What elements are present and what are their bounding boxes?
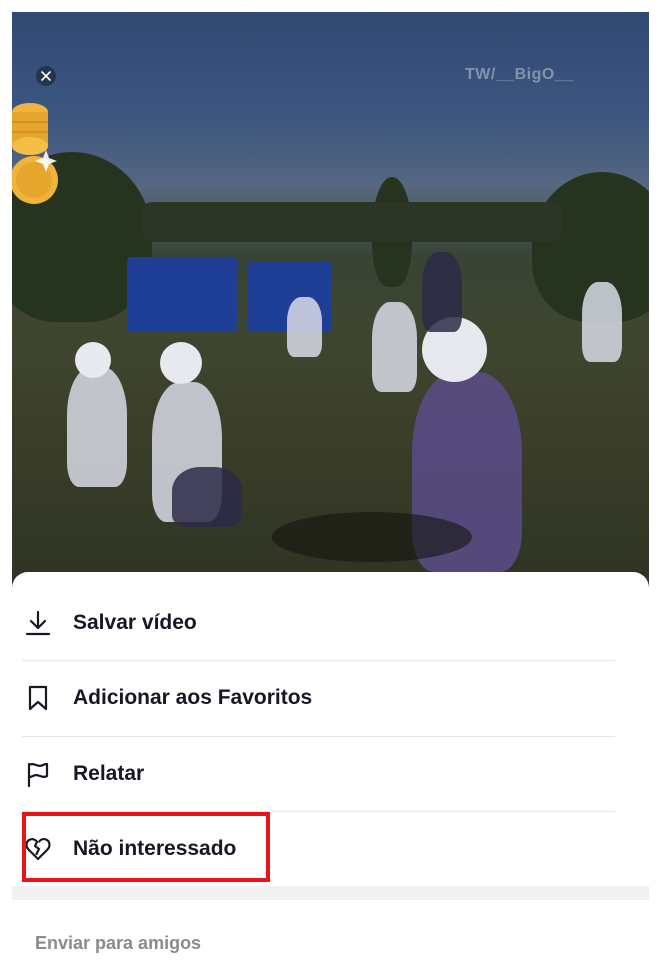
save-video-button[interactable]: Salvar vídeo — [22, 585, 615, 660]
video-field-shadow — [272, 512, 472, 562]
video-helmet — [75, 342, 111, 378]
flag-icon — [23, 759, 53, 789]
close-icon[interactable] — [36, 66, 56, 86]
send-to-friends-heading: Enviar para amigos — [35, 933, 202, 953]
video-player — [372, 302, 417, 392]
screen: TW/__BigO__ Salvar vídeo Adicionar aos F… — [0, 0, 660, 978]
download-icon — [23, 608, 53, 638]
report-button[interactable]: Relatar — [22, 736, 615, 811]
report-label: Relatar — [73, 761, 145, 785]
video-helmet — [160, 342, 202, 384]
add-favorites-button[interactable]: Adicionar aos Favoritos — [22, 660, 615, 735]
video-player — [67, 367, 127, 487]
video-player — [172, 467, 242, 527]
video-preview[interactable] — [12, 12, 649, 592]
section-separator — [12, 886, 649, 900]
add-favorites-label: Adicionar aos Favoritos — [73, 685, 313, 709]
video-watermark: TW/__BigO__ — [465, 66, 574, 83]
video-tree — [142, 202, 562, 242]
coin-stack-icon[interactable] — [10, 100, 60, 210]
video-player — [422, 252, 462, 332]
video-player — [287, 297, 322, 357]
save-video-label: Salvar vídeo — [73, 610, 197, 634]
video-tent — [127, 257, 237, 332]
highlight-box — [22, 812, 270, 882]
video-player — [582, 282, 622, 362]
bookmark-icon — [23, 683, 53, 713]
